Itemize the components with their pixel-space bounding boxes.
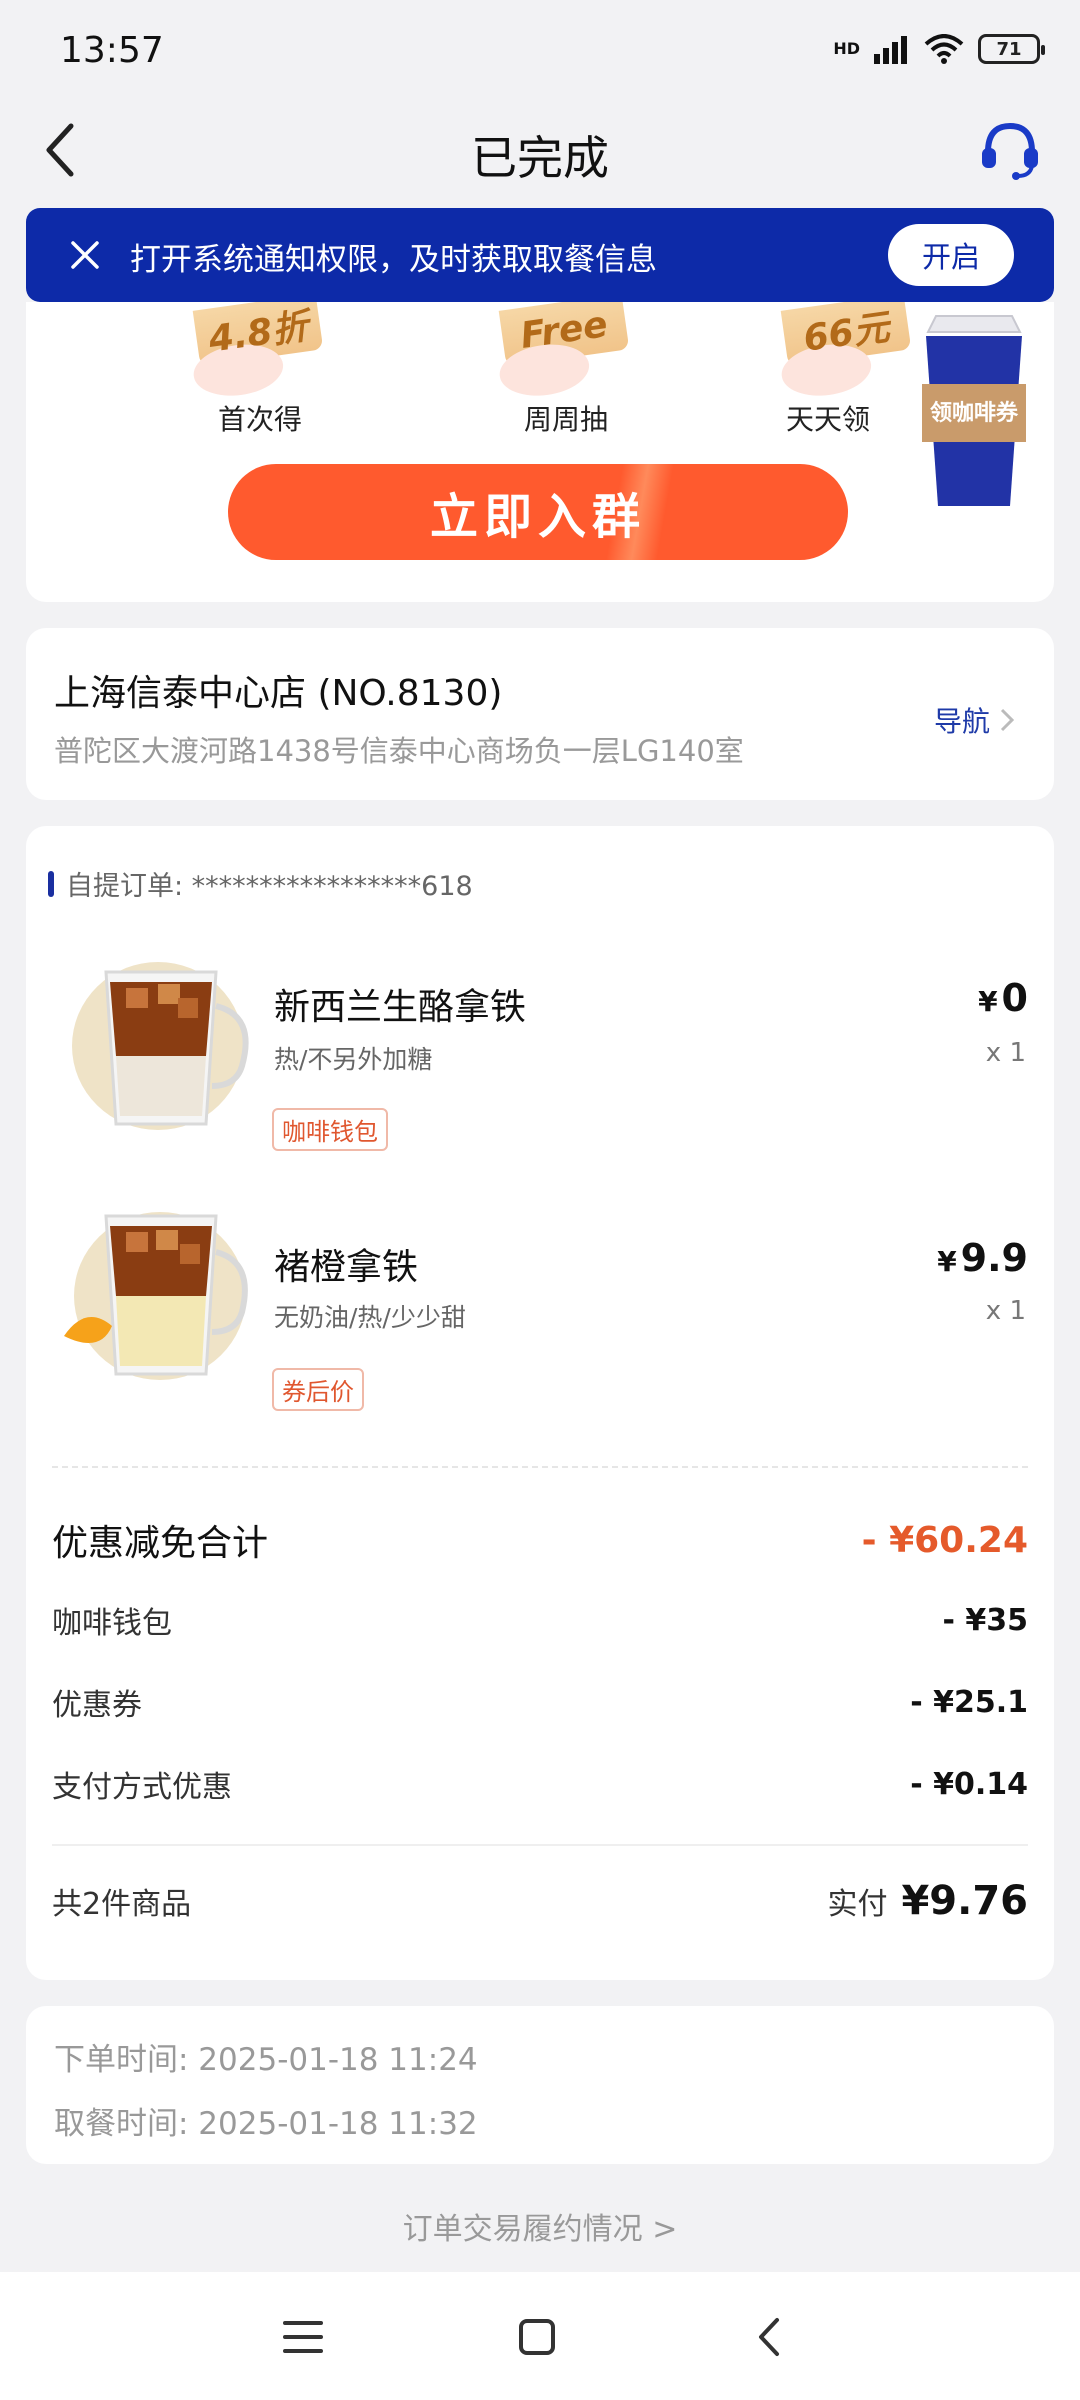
order-number: 自提订单: *****************618	[66, 871, 473, 902]
order-time-card: 下单时间: 2025-01-18 11:24 取餐时间: 2025-01-18 …	[26, 2006, 1054, 2164]
discount-row: 咖啡钱包 - ¥35	[52, 1598, 1028, 1642]
discount-row: 支付方式优惠 - ¥0.14	[52, 1762, 1028, 1806]
status-time: 13:57	[60, 30, 164, 71]
banner-close-button[interactable]	[62, 232, 108, 278]
battery-level: 71	[996, 38, 1022, 60]
order-header-marker	[48, 870, 54, 897]
banner-text: 打开系统通知权限，及时获取取餐信息	[130, 242, 657, 278]
perk-tag: 66元	[780, 302, 912, 367]
item-price: ¥0	[978, 976, 1028, 1020]
status-icons: HD 71	[833, 34, 1045, 64]
perk-first-time: 4.8折 首次得	[160, 302, 360, 442]
system-nav-bar	[0, 2272, 1080, 2400]
currency-symbol: ¥	[937, 1245, 957, 1278]
headset-icon	[982, 122, 1038, 180]
paid-value: ¥9.76	[901, 1878, 1028, 1924]
wifi-icon	[924, 34, 964, 64]
battery-icon: 71	[978, 34, 1045, 64]
chevron-right-icon	[1000, 708, 1014, 732]
order-card: 自提订单: *****************618 新西兰生酪拿铁 热/不另外…	[26, 826, 1054, 1980]
product-image-orange-latte	[64, 1212, 248, 1380]
item-quantity: x 1	[985, 1296, 1026, 1326]
product-image-latte	[72, 962, 249, 1130]
community-promo-card[interactable]: 4.8折 首次得 Free 周周抽 66元 天天领 立即入群 领咖啡券	[26, 302, 1054, 602]
item-price: ¥9.9	[937, 1236, 1028, 1280]
discount-total-value: - ¥60.24	[861, 1519, 1028, 1561]
item-count: 共2件商品	[52, 1887, 192, 1922]
discount-total-row: 优惠减免合计 - ¥60.24	[52, 1514, 1028, 1566]
home-square-icon	[519, 2319, 555, 2355]
pickup-time: 取餐时间: 2025-01-18 11:32	[54, 2106, 478, 2142]
perk-tag: 4.8折	[192, 302, 324, 367]
item-spec: 热/不另外加糖	[274, 1045, 433, 1074]
discount-value: - ¥35	[942, 1602, 1028, 1638]
order-header: 自提订单: *****************618	[48, 864, 473, 903]
coffee-cup-icon: 领咖啡券	[922, 315, 1026, 506]
item-spec: 无奶油/热/少少甜	[274, 1303, 466, 1332]
item-tag: 券后价	[272, 1368, 364, 1411]
customer-service-button[interactable]	[974, 114, 1046, 186]
store-card: 上海信泰中心店 (NO.8130) 普陀区大渡河路1438号信泰中心商场负一层L…	[26, 628, 1054, 800]
nav-bar: 已完成	[0, 100, 1080, 200]
system-back-button[interactable]	[734, 2302, 804, 2372]
home-button[interactable]	[502, 2302, 572, 2372]
item-name: 褚橙拿铁	[274, 1247, 419, 1288]
currency-symbol: ¥	[978, 985, 998, 1018]
status-bar: 13:57 HD 71	[0, 0, 1080, 100]
discount-label: 优惠券	[52, 1688, 142, 1723]
perk-tag: Free	[498, 302, 630, 367]
total-row: 共2件商品 实付 ¥9.76	[52, 1878, 1028, 1924]
signal-icon	[874, 36, 907, 64]
perk-label: 天天领	[785, 403, 870, 436]
notification-banner: 打开系统通知权限，及时获取取餐信息 开启	[26, 208, 1054, 302]
navigate-button[interactable]: 导航	[934, 700, 1014, 740]
discount-value: - ¥0.14	[910, 1766, 1028, 1802]
section-divider	[52, 1466, 1028, 1468]
fulfillment-details-link[interactable]: 订单交易履约情况 >	[0, 2204, 1080, 2248]
navigate-label: 导航	[933, 705, 990, 738]
page-title: 已完成	[471, 131, 609, 185]
close-icon	[71, 241, 99, 269]
price-value: 9.9	[960, 1236, 1028, 1280]
paid-amount: 实付 ¥9.76	[827, 1878, 1028, 1924]
summary-divider	[52, 1844, 1028, 1846]
store-name: 上海信泰中心店 (NO.8130)	[54, 673, 503, 714]
network-type-label: HD	[833, 39, 860, 58]
item-quantity: x 1	[985, 1038, 1026, 1068]
order-time: 下单时间: 2025-01-18 11:24	[54, 2042, 478, 2078]
join-group-button[interactable]: 立即入群	[228, 464, 848, 560]
back-triangle-icon	[759, 2318, 779, 2356]
discount-total-label: 优惠减免合计	[52, 1523, 269, 1564]
store-address: 普陀区大渡河路1438号信泰中心商场负一层LG140室	[54, 734, 744, 768]
enable-notifications-button[interactable]: 开启	[888, 224, 1014, 286]
cup-label: 领咖啡券	[930, 400, 1019, 426]
perk-label: 首次得	[217, 403, 302, 436]
perk-weekly-draw: Free 周周抽	[466, 302, 666, 442]
discount-label: 支付方式优惠	[52, 1770, 232, 1805]
discount-row: 优惠券 - ¥25.1	[52, 1680, 1028, 1724]
discount-value: - ¥25.1	[910, 1684, 1028, 1720]
item-name: 新西兰生酪拿铁	[274, 987, 527, 1028]
menu-button[interactable]	[268, 2302, 338, 2372]
menu-icon	[283, 2321, 323, 2353]
perk-label: 周周抽	[523, 403, 608, 436]
price-value: 0	[1001, 976, 1028, 1020]
paid-label: 实付	[827, 1887, 888, 1922]
discount-label: 咖啡钱包	[52, 1606, 172, 1641]
item-tag: 咖啡钱包	[272, 1108, 388, 1151]
